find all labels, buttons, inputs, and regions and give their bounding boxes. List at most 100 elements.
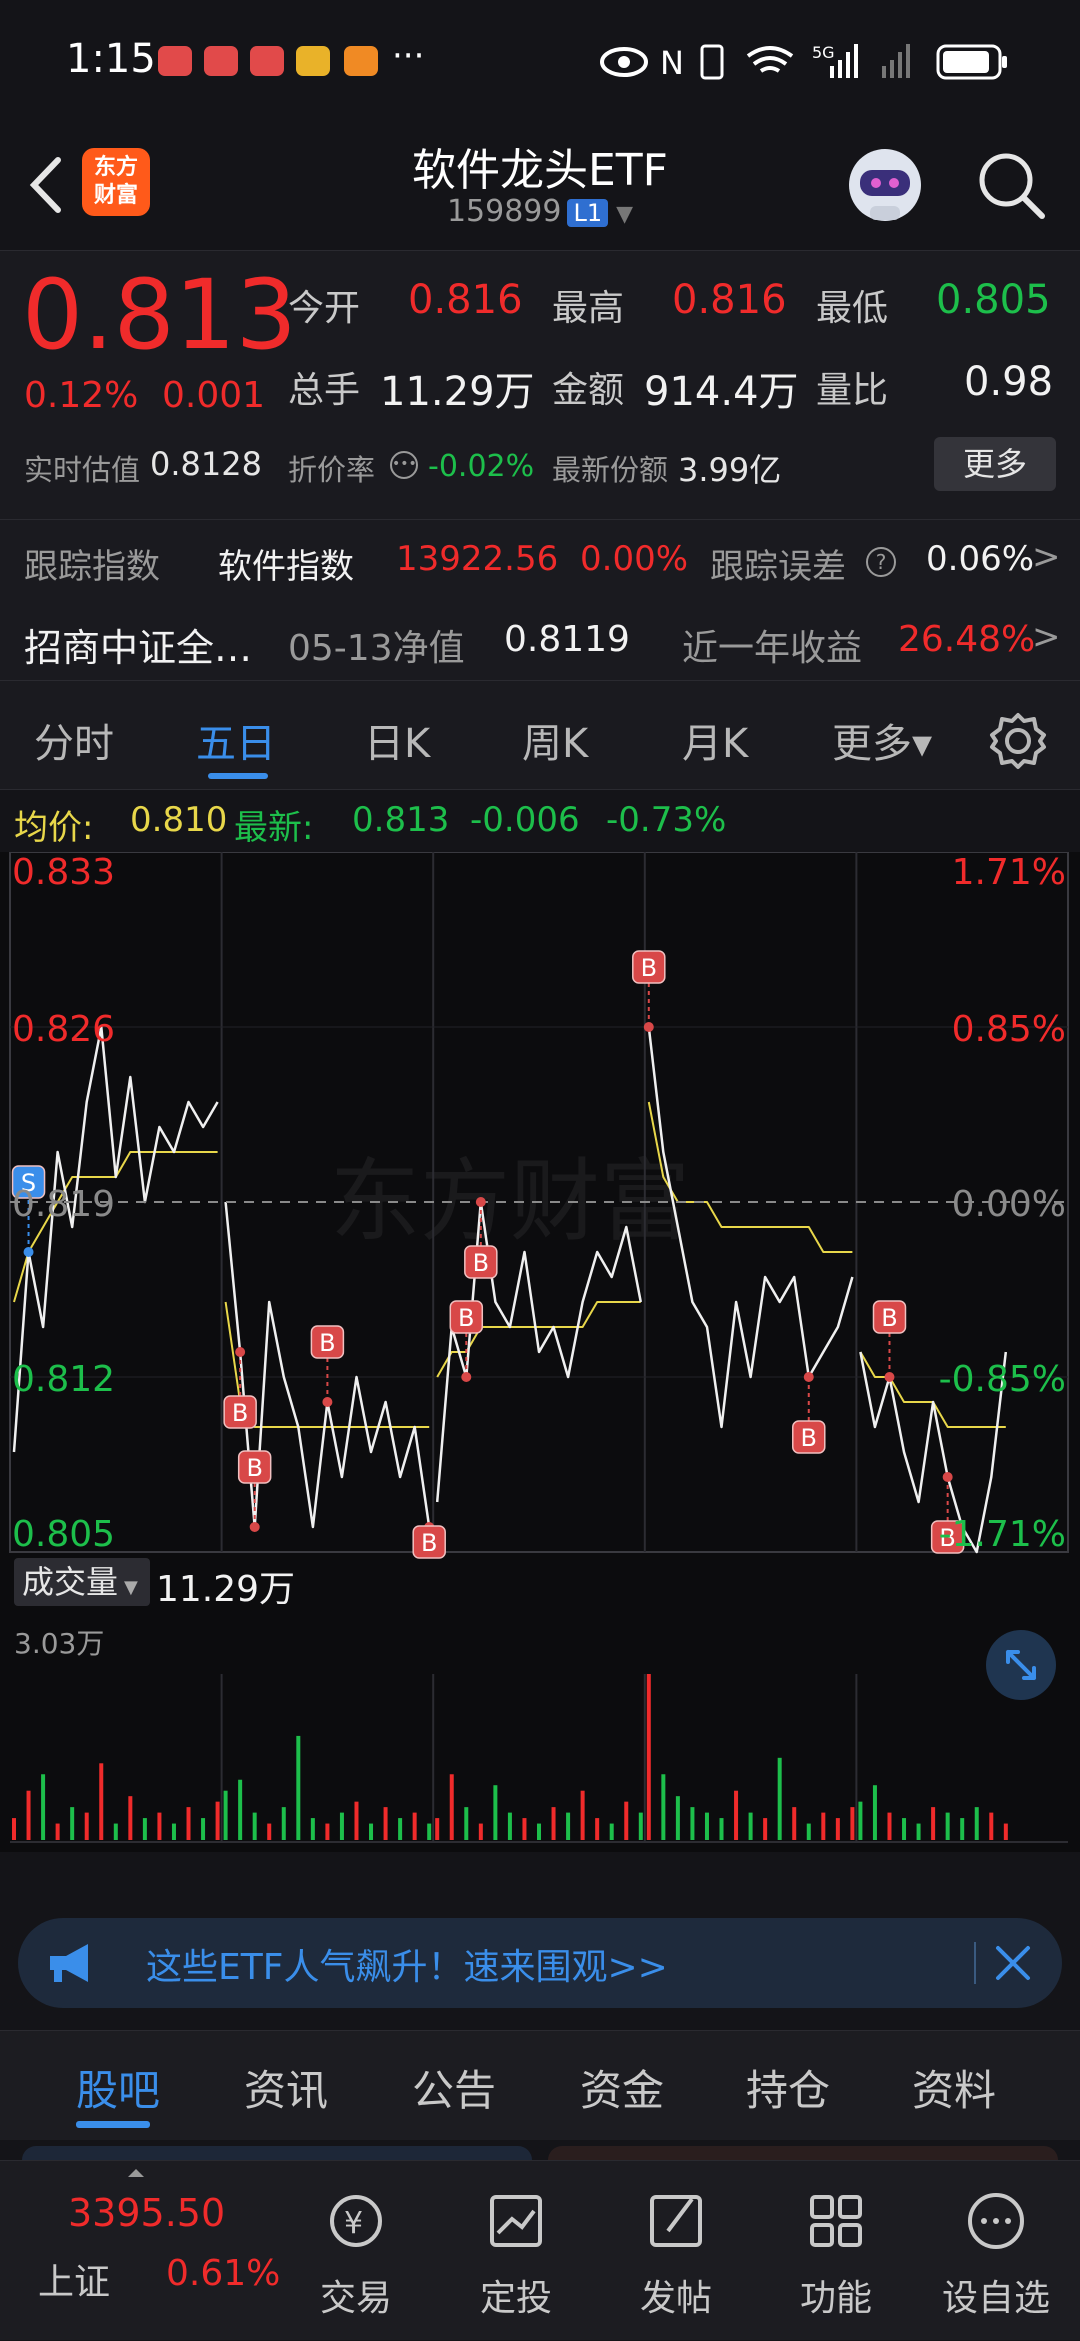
search-icon[interactable] [972,146,1052,226]
volume-bar [383,1807,388,1840]
expand-chart-button[interactable] [986,1630,1056,1700]
tab-weekly-k[interactable]: 周K [522,711,588,769]
megaphone-icon [50,1944,88,1982]
tab-monthly-k[interactable]: 月K [682,711,748,769]
promo-banner[interactable]: 这些ETF人气飙升！速来围观>> [18,1918,1062,2008]
volume-bar [675,1796,680,1840]
avg-price-value: 0.810 [130,800,228,840]
more-circle-icon [968,2193,1024,2249]
index-change: 0.61% [166,2253,281,2294]
volume-bar [507,1812,512,1840]
nav-label: 交易 [319,2278,392,2319]
nav-add-watchlist[interactable]: 设自选 [916,2161,1076,2341]
y-tick-right: 0.00% [952,1184,1066,1225]
low-label: 最低 [816,288,889,329]
fund-row[interactable]: 招商中证全… 05-13净值 0.8119 近一年收益 26.48% > [0,603,1080,681]
stock-header: 东方 财富 软件龙头ETF 159899 L1 ▼ [0,130,1080,250]
volume-bar [493,1785,498,1840]
notification-icon [158,46,192,76]
avg-price-label: 均价: [14,808,94,848]
volume-bar [215,1801,220,1840]
y-tick-right: -0.85% [939,1359,1066,1400]
settings-gear-icon[interactable] [988,711,1048,771]
volume-bar [12,1818,16,1840]
expand-icon [1006,1650,1036,1680]
nav-label: 功能 [799,2278,872,2319]
tracking-index-row[interactable]: 跟踪指数 软件指数 13922.56 0.00% 跟踪误差 ? 0.06% > [0,521,1080,599]
high-label: 最高 [552,288,625,329]
tab-daily-k[interactable]: 日K [364,711,430,769]
five-day-chart[interactable]: 东方财富 SBBBBBBBBBB 0.833 1.71%0.826 0.85%0.8… [0,852,1080,1852]
tab-announcements[interactable]: 公告 [412,2057,496,2118]
nav-trade[interactable]: ¥ 交易 [276,2161,436,2341]
volume-label: 总手 [288,370,361,411]
more-button[interactable]: 更多 [934,437,1056,491]
last-price: 0.813 [22,259,297,371]
annual-return-value: 26.48% [898,619,1036,660]
tab-forum[interactable]: 股吧 [76,2057,160,2118]
watermark: 东方财富 [330,1149,690,1254]
estimate-value: 0.8128 [150,445,262,483]
close-icon[interactable] [992,1942,1034,1984]
notification-icon [344,46,378,76]
tab-funds[interactable]: 资金 [580,2057,664,2118]
tab-news[interactable]: 资讯 [244,2057,328,2118]
status-time: 1:15 [66,36,156,82]
change-amount: 0.001 [162,375,266,416]
volume-indicator-select[interactable]: 成交量 ▼ [14,1558,150,1606]
marker-label: B [319,1329,335,1357]
volume-bar [522,1818,527,1840]
volume-bar [609,1823,614,1840]
info-dots-icon[interactable]: ••• [390,451,418,479]
discount-value: -0.02% [428,449,535,484]
robot-assistant-icon[interactable] [840,140,930,230]
stock-code-text: 159899 [446,194,562,229]
nav-label: 设自选 [941,2278,1050,2319]
shares-value: 3.99亿 [678,451,782,489]
vibrate-icon [700,44,724,80]
volume-bar [128,1796,133,1840]
banner-text: 这些ETF人气飙升！速来围观>> [146,1947,668,1988]
volume-bar [690,1807,695,1840]
volume-bar [916,1823,921,1840]
marker-label: B [881,1304,897,1332]
volume-ratio-value: 0.98 [964,359,1054,405]
volume-bar [748,1812,753,1840]
index-ticker[interactable]: 3395.50 上证 0.61% [0,2161,280,2341]
tab-more[interactable]: 更多▾ [832,711,932,769]
y-tick-right: 1.71% [952,852,1066,893]
volume-bar [777,1757,782,1840]
auto-invest-icon [490,2195,542,2247]
trade-icon: ¥ [330,2195,382,2247]
volume-bar [624,1801,629,1840]
active-tab-indicator [208,773,268,779]
y-tick-left: 0.805 [12,1514,115,1555]
nav-functions[interactable]: 功能 [756,2161,916,2341]
marker-label: B [641,954,657,982]
volume-bar [171,1823,176,1840]
volume-bar [872,1785,877,1840]
tracking-error-label: 跟踪误差 [710,547,846,587]
volume-bar [223,1790,228,1840]
help-icon[interactable]: ? [866,547,896,577]
tab-intraday[interactable]: 分时 [34,711,114,769]
volume-bar [238,1779,243,1840]
nav-value: 0.8119 [504,619,630,660]
latest-change-percent: -0.73% [606,800,727,840]
marker-dot [235,1347,246,1357]
volume-bar [792,1807,797,1840]
grid-icon [810,2195,862,2247]
nav-post[interactable]: 发帖 [596,2161,756,2341]
tab-holdings[interactable]: 持仓 [746,2057,830,2118]
edit-icon [650,2195,702,2247]
volume-bar [931,1807,936,1840]
volume-bar [989,1812,994,1840]
nav-auto-invest[interactable]: 定投 [436,2161,596,2341]
fund-name: 招商中证全… [24,626,253,670]
tab-five-day[interactable]: 五日 [196,711,276,769]
volume-bar [763,1818,768,1840]
marker-dot [643,1022,654,1032]
latest-price-value: 0.813 [352,800,450,840]
volume-bar [719,1818,724,1840]
tab-profile[interactable]: 资料 [912,2057,996,2118]
